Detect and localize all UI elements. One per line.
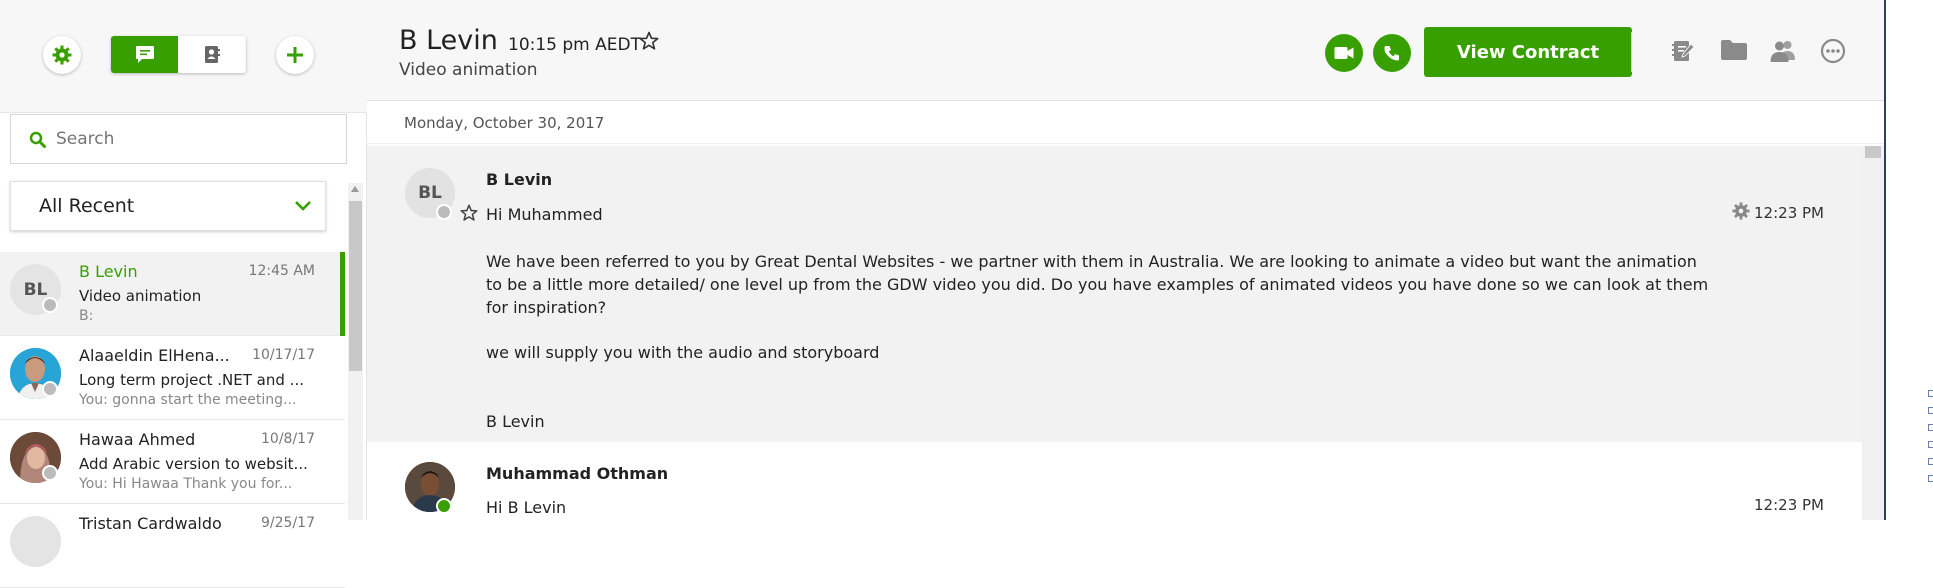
conversation-item[interactable]: Alaaeldin ElHena... 10/17/17 Long term p… — [0, 336, 345, 420]
video-call-button[interactable] — [1325, 34, 1363, 72]
folder-icon[interactable] — [1720, 38, 1748, 62]
thread-date: Monday, October 30, 2017 — [404, 114, 605, 132]
chevron-down-icon — [295, 201, 311, 211]
phone-icon — [1384, 46, 1399, 61]
settings-icon — [52, 45, 72, 65]
conversation-preview: B: — [79, 308, 94, 324]
conversation-name: B Levin — [79, 262, 138, 281]
header-divider — [1631, 32, 1632, 72]
scrollbar-thumb[interactable] — [1865, 146, 1881, 158]
conversation-preview: You: gonna start the meeting... — [79, 392, 297, 408]
new-message-button[interactable] — [276, 36, 314, 74]
people-icon[interactable] — [1769, 38, 1797, 64]
message-greeting: Hi Muhammed — [486, 205, 603, 224]
conversation-name: Hawaa Ahmed — [79, 430, 196, 449]
sidebar-toolbar — [0, 0, 367, 113]
search-input[interactable] — [56, 129, 316, 149]
messages-app: All Recent BL B Levin 12:45 AM Video ani… — [0, 0, 1933, 588]
sidebar-scrollbar[interactable] — [348, 183, 363, 520]
avatar-initials: BL — [418, 183, 442, 203]
conversation-subject: Video animation — [79, 287, 202, 305]
message-body: We have been referred to you by Great De… — [486, 252, 1709, 317]
messages-tab-button[interactable] — [111, 36, 178, 73]
conversation-subtitle: Video animation — [399, 60, 538, 80]
offline-status-dot — [436, 204, 452, 220]
message-sender: B Levin — [486, 170, 553, 189]
message-greeting: Hi B Levin — [486, 498, 567, 517]
conversation-subject: Long term project .NET and ... — [79, 371, 304, 389]
edge-marker — [1928, 441, 1933, 448]
conversation-time: 10/8/17 — [261, 431, 315, 447]
conversation-filter-dropdown[interactable]: All Recent — [10, 181, 326, 231]
notepad-icon[interactable] — [1670, 38, 1696, 64]
conversation-item[interactable]: BL B Levin 12:45 AM Video animation B: — [0, 252, 345, 336]
contacts-tab-button[interactable] — [178, 36, 245, 73]
conversation-item[interactable]: Hawaa Ahmed 10/8/17 Add Arabic version t… — [0, 420, 345, 504]
edge-marker — [1928, 407, 1933, 414]
conversation-subject: Add Arabic version to websit... — [79, 455, 308, 473]
video-call-icon — [1334, 47, 1354, 59]
edge-marker — [1928, 458, 1933, 465]
conversation-time: 10/17/17 — [252, 347, 315, 363]
message-signature: B Levin — [486, 412, 545, 431]
contact-local-time: 10:15 pm AEDT — [508, 35, 641, 55]
message-time: 12:23 PM — [1754, 496, 1824, 514]
conversation-sidebar: All Recent BL B Levin 12:45 AM Video ani… — [0, 0, 367, 588]
offline-status-dot — [42, 465, 58, 481]
conversation-time: 9/25/17 — [261, 515, 315, 531]
edge-marker — [1928, 390, 1933, 397]
message-body-line: we will supply you with the audio and st… — [486, 343, 880, 362]
edge-marker — [1928, 475, 1933, 482]
scroll-up-arrow[interactable] — [351, 186, 359, 192]
window-edge — [1884, 0, 1933, 520]
message-item: Muhammad Othman Hi B Levin 12:23 PM — [367, 442, 1862, 520]
voice-call-button[interactable] — [1373, 34, 1411, 72]
conversation-header: B Levin 10:15 pm AEDT Video animation Vi… — [367, 0, 1884, 101]
conversation-name: Alaaeldin ElHena... — [79, 346, 230, 365]
star-icon[interactable] — [639, 31, 659, 51]
contacts-icon — [204, 46, 220, 63]
view-contract-button[interactable]: View Contract — [1424, 27, 1632, 77]
conversation-time: 12:45 AM — [248, 263, 315, 279]
date-separator: Monday, October 30, 2017 — [367, 102, 1884, 144]
star-icon[interactable] — [460, 204, 478, 222]
search-icon — [29, 131, 46, 148]
offline-status-dot — [42, 381, 58, 397]
settings-button[interactable] — [43, 36, 81, 74]
avatar — [10, 516, 61, 567]
message-sender: Muhammad Othman — [486, 464, 669, 483]
conversation-list: BL B Levin 12:45 AM Video animation B: A… — [0, 252, 345, 588]
conversation-item[interactable]: Tristan Cardwaldo 9/25/17 — [0, 504, 345, 588]
contact-name: B Levin — [399, 25, 498, 56]
conversation-name: Tristan Cardwaldo — [79, 514, 222, 533]
more-icon[interactable] — [1820, 38, 1846, 64]
view-toggle — [111, 36, 246, 73]
gear-icon[interactable] — [1732, 202, 1750, 220]
thread-scrollbar[interactable] — [1862, 146, 1884, 520]
chat-icon — [135, 46, 154, 63]
conversation-panel: B Levin 10:15 pm AEDT Video animation Vi… — [367, 0, 1884, 520]
search-box — [10, 114, 347, 164]
filter-label: All Recent — [39, 195, 135, 217]
offline-status-dot — [42, 297, 58, 313]
scrollbar-thumb[interactable] — [349, 201, 362, 371]
message-item: BL B Levin Hi Muhammed 12:23 PM We have … — [367, 146, 1862, 442]
edge-marker — [1928, 424, 1933, 431]
message-time: 12:23 PM — [1754, 204, 1824, 222]
avatar-initials: BL — [23, 279, 48, 300]
online-status-dot — [436, 498, 452, 514]
plus-icon — [287, 47, 303, 63]
conversation-preview: You: Hi Hawaa Thank you for... — [79, 476, 293, 492]
